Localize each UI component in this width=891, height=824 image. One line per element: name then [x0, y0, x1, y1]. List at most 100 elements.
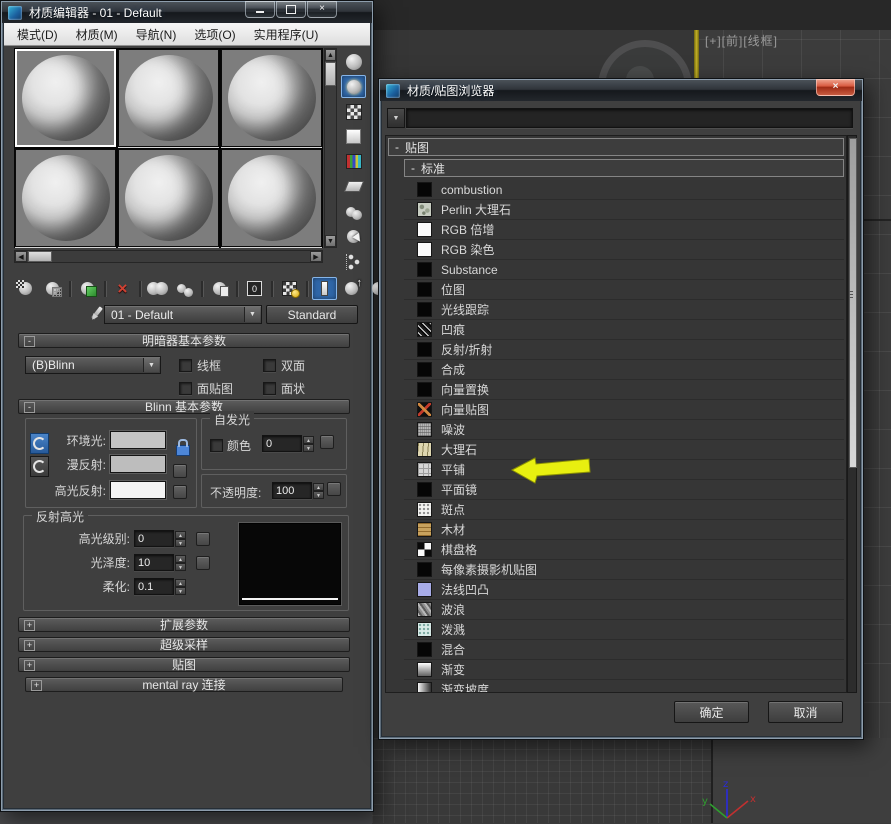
- rollout-header-collapsed-1[interactable]: +超级采样: [18, 637, 350, 652]
- close-button[interactable]: ×: [307, 1, 337, 18]
- dropdown-arrow-icon[interactable]: ▼: [143, 358, 159, 372]
- sample-uv-tiling-icon[interactable]: [341, 125, 366, 148]
- map-list-item[interactable]: 向量置换: [404, 380, 844, 400]
- sample-slot[interactable]: [221, 49, 322, 147]
- make-material-copy-icon[interactable]: [145, 277, 170, 300]
- map-list-item[interactable]: 平铺: [404, 460, 844, 480]
- map-list-item[interactable]: combustion: [404, 180, 844, 200]
- ok-button[interactable]: 确定: [674, 701, 749, 723]
- blinn-basic-params-rollout-header[interactable]: - Blinn 基本参数: [18, 399, 350, 414]
- map-list-item[interactable]: 反射/折射: [404, 340, 844, 360]
- rollout-header-collapsed-3[interactable]: +mental ray 连接: [25, 677, 343, 692]
- spinner-down-icon[interactable]: ▼: [175, 563, 186, 571]
- scroll-up-icon[interactable]: ▲: [325, 49, 336, 61]
- search-input[interactable]: [406, 108, 853, 128]
- sample-slot[interactable]: [15, 49, 116, 147]
- pick-material-eyedropper-icon[interactable]: [89, 305, 105, 323]
- map-list-item[interactable]: 木材: [404, 520, 844, 540]
- soften-value[interactable]: 0.1: [134, 578, 174, 595]
- spinner-up-icon[interactable]: ▲: [303, 436, 314, 444]
- map-list-item[interactable]: 平面镜: [404, 480, 844, 500]
- get-material-icon[interactable]: [13, 277, 38, 300]
- expand-icon[interactable]: +: [24, 620, 35, 631]
- spinner-up-icon[interactable]: ▲: [175, 531, 186, 539]
- map-list-item[interactable]: 合成: [404, 360, 844, 380]
- self-illum-value[interactable]: 0: [262, 435, 302, 452]
- scroll-down-icon[interactable]: ▼: [325, 235, 336, 247]
- material-id-channel-icon[interactable]: 0: [242, 277, 267, 300]
- sample-slots-hscrollbar[interactable]: ◀ ▶: [14, 250, 323, 263]
- map-list-item[interactable]: 渐变坡度: [404, 680, 844, 693]
- make-preview-icon[interactable]: [341, 175, 366, 198]
- map-list-item[interactable]: 位图: [404, 280, 844, 300]
- make-unique-icon[interactable]: [172, 277, 197, 300]
- sample-slot[interactable]: [15, 149, 116, 247]
- backlight-icon[interactable]: [341, 75, 366, 98]
- material-map-navigator-icon[interactable]: [341, 250, 366, 273]
- menu-item-4[interactable]: 实用程序(U): [245, 23, 328, 46]
- map-list-item[interactable]: 凹痕: [404, 320, 844, 340]
- lock-icon[interactable]: [176, 445, 190, 456]
- map-list-item[interactable]: 向量贴图: [404, 400, 844, 420]
- material-name-dropdown[interactable]: 01 - Default ▼: [104, 305, 262, 324]
- shader-type-dropdown[interactable]: (B)Blinn ▼: [25, 356, 161, 374]
- spinner-down-icon[interactable]: ▼: [175, 587, 186, 595]
- diffuse-map-button[interactable]: [173, 464, 187, 478]
- map-list-item[interactable]: Substance: [404, 260, 844, 280]
- specular-level-map-button[interactable]: [196, 532, 210, 546]
- expand-icon[interactable]: +: [24, 640, 35, 651]
- viewport-label[interactable]: [+][前][线框]: [705, 32, 778, 49]
- checkbox[interactable]: [263, 359, 276, 372]
- expand-icon[interactable]: +: [24, 660, 35, 671]
- show-map-in-viewport-icon[interactable]: [277, 277, 302, 300]
- map-list-item[interactable]: 波浪: [404, 600, 844, 620]
- hscroll-thumb[interactable]: [28, 251, 52, 262]
- group-header-standard[interactable]: - 标准: [404, 159, 844, 177]
- checkbox[interactable]: [263, 382, 276, 395]
- reset-map-icon[interactable]: ×: [110, 277, 135, 300]
- list-scrollbar[interactable]: [847, 135, 857, 693]
- menu-item-0[interactable]: 模式(D): [8, 23, 67, 46]
- self-illum-map-button[interactable]: [320, 435, 334, 449]
- spinner-down-icon[interactable]: ▼: [313, 491, 324, 499]
- options-icon[interactable]: [341, 200, 366, 223]
- menu-item-2[interactable]: 导航(N): [127, 23, 186, 46]
- map-list-item[interactable]: 渐变: [404, 660, 844, 680]
- checkbox[interactable]: [179, 359, 192, 372]
- sample-slot[interactable]: [118, 49, 219, 147]
- video-color-check-icon[interactable]: [341, 150, 366, 173]
- map-list-item[interactable]: RGB 染色: [404, 240, 844, 260]
- glossiness-map-button[interactable]: [196, 556, 210, 570]
- spinner-up-icon[interactable]: ▲: [313, 483, 324, 491]
- map-list-item[interactable]: Perlin 大理石: [404, 200, 844, 220]
- assign-material-to-selection-icon[interactable]: [75, 277, 100, 300]
- diffuse-color-swatch[interactable]: [110, 455, 166, 473]
- specular-map-button[interactable]: [173, 485, 187, 499]
- top-viewport-grid[interactable]: [372, 738, 711, 823]
- dropdown-arrow-icon[interactable]: ▼: [244, 307, 260, 322]
- search-options-button[interactable]: ▼: [387, 108, 405, 128]
- menu-item-3[interactable]: 选项(O): [185, 23, 244, 46]
- ambient-color-swatch[interactable]: [110, 431, 166, 449]
- map-list-item[interactable]: RGB 倍增: [404, 220, 844, 240]
- show-end-result-icon[interactable]: [312, 277, 337, 300]
- scrollbar-thumb[interactable]: [849, 138, 857, 468]
- expand-icon[interactable]: +: [31, 680, 42, 691]
- cancel-button[interactable]: 取消: [768, 701, 843, 723]
- rollout-header-collapsed-2[interactable]: +贴图: [18, 657, 350, 672]
- put-to-library-icon[interactable]: [207, 277, 232, 300]
- map-list-item[interactable]: 棋盘格: [404, 540, 844, 560]
- material-type-button[interactable]: Standard: [266, 305, 358, 324]
- sample-slots-vscrollbar[interactable]: ▲ ▼: [324, 48, 337, 248]
- group-header-maps[interactable]: - 贴图: [388, 138, 844, 156]
- map-list-item[interactable]: 大理石: [404, 440, 844, 460]
- sample-slot[interactable]: [118, 149, 219, 247]
- vscroll-thumb[interactable]: [325, 62, 336, 86]
- rollout-header-collapsed-0[interactable]: +扩展参数: [18, 617, 350, 632]
- opacity-map-button[interactable]: [327, 482, 341, 496]
- select-by-material-icon[interactable]: [341, 225, 366, 248]
- collapse-icon[interactable]: -: [24, 402, 35, 413]
- self-illum-color-checkbox[interactable]: [210, 439, 223, 452]
- map-list-item[interactable]: 光线跟踪: [404, 300, 844, 320]
- sample-slot[interactable]: [221, 149, 322, 247]
